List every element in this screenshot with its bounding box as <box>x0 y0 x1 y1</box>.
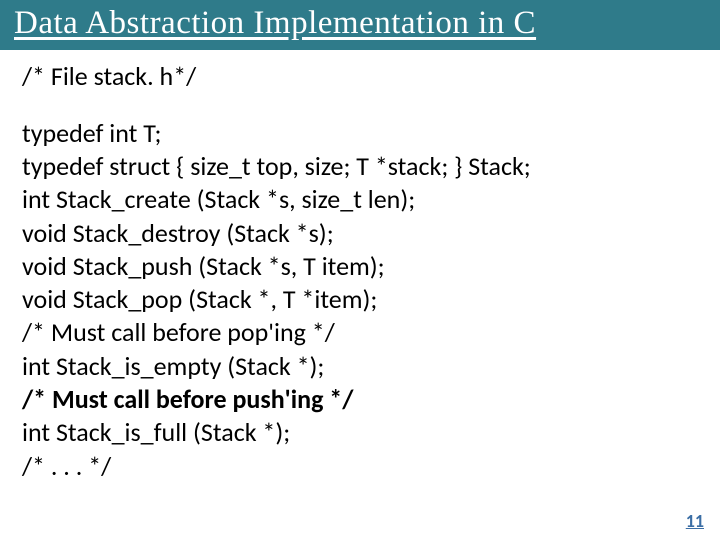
slide: Data Abstraction Implementation in C /* … <box>0 0 720 540</box>
slide-body: /* File stack. h*/ typedef int T; typede… <box>0 50 720 483</box>
code-line-2: typedef struct { size_t top, size; T *st… <box>22 150 698 183</box>
code-line-9: /* Must call before push'ing */ <box>22 383 698 416</box>
code-line-8: int Stack_is_empty (Stack *); <box>22 350 698 383</box>
file-comment: /* File stack. h*/ <box>22 60 698 93</box>
code-line-6: void Stack_pop (Stack *, T *item); <box>22 283 698 316</box>
code-line-11: /* . . . */ <box>22 450 698 483</box>
code-line-5: void Stack_push (Stack *s, T item); <box>22 250 698 283</box>
code-line-7: /* Must call before pop'ing */ <box>22 316 698 349</box>
code-line-4: void Stack_destroy (Stack *s); <box>22 217 698 250</box>
code-line-3: int Stack_create (Stack *s, size_t len); <box>22 183 698 216</box>
slide-title: Data Abstraction Implementation in C <box>0 0 720 50</box>
code-line-1: typedef int T; <box>22 117 698 150</box>
code-line-10: int Stack_is_full (Stack *); <box>22 416 698 449</box>
page-number: 11 <box>686 510 704 532</box>
